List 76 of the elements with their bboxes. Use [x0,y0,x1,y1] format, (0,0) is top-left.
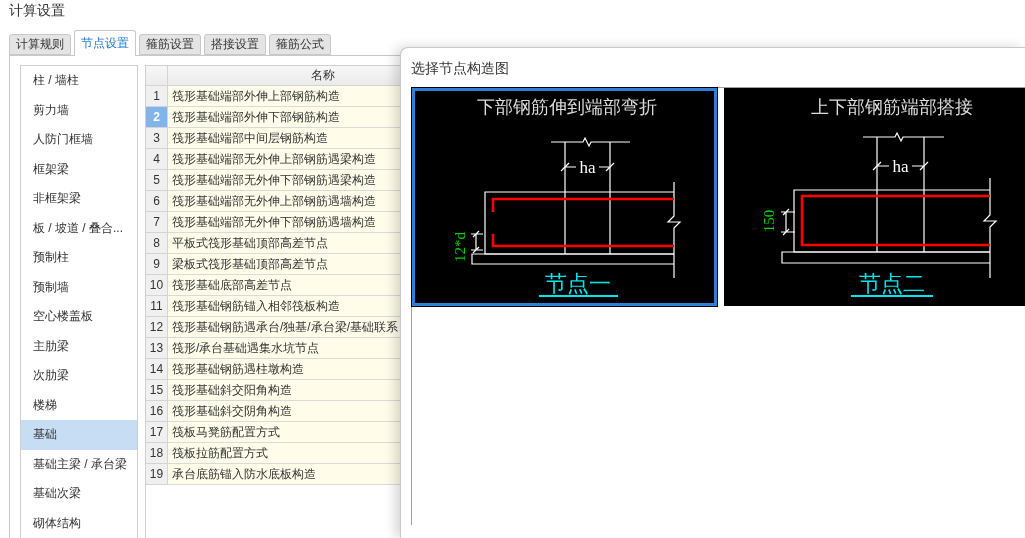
tab[interactable]: 计算规则 [9,34,71,55]
table-cell[interactable]: 平板式筏形基础顶部高差节点 [168,233,400,254]
node-caption: 节点二 [859,270,925,296]
table-cell[interactable]: 筏形基础端部中间层钢筋构造 [168,128,400,149]
sidebar-item[interactable]: 基础次梁 [21,479,137,509]
window-title: 计算设置 [9,2,65,19]
node-thumbnail[interactable]: 下部钢筋伸到端部弯折 ha 12*d 节点一 [412,88,717,306]
dialog-title: 选择节点构造图 [411,60,509,76]
sidebar-item[interactable]: 楼梯 [21,390,137,420]
row-number: 2 [146,107,168,128]
table-cell[interactable]: 筏形基础端部无外伸下部钢筋遇墙构造 [168,212,400,233]
sidebar-item[interactable]: 柱 / 墙柱 [21,66,137,96]
table-cell[interactable]: 筏形基础端部外伸下部钢筋构造 [168,107,400,128]
table-cell[interactable]: 筏形基础钢筋锚入相邻筏板构造 [168,296,400,317]
row-number: 5 [146,170,168,191]
sidebar-item[interactable]: 砌体结构 [21,508,137,538]
sidebar-item[interactable]: 预制柱 [21,243,137,273]
table-cell[interactable]: 筏形/承台基础遇集水坑节点 [168,338,400,359]
row-number: 14 [146,359,168,380]
vertical-dimension [470,230,484,254]
table-cell[interactable]: 梁板式筏形基础顶部高差节点 [168,254,400,275]
row-number: 6 [146,191,168,212]
node-caption: 节点一 [545,270,611,296]
table-cell[interactable]: 筏形基础端部外伸上部钢筋构造 [168,86,400,107]
row-number: 13 [146,338,168,359]
node-title: 下部钢筋伸到端部弯折 [477,97,657,117]
tab[interactable]: 搭接设置 [204,34,266,55]
table-cell[interactable]: 筏形基础底部高差节点 [168,275,400,296]
sidebar-item[interactable]: 基础主梁 / 承台梁 [21,449,137,479]
sidebar-item[interactable]: 框架梁 [21,154,137,184]
row-number: 10 [146,275,168,296]
sidebar-item[interactable]: 非框架梁 [21,184,137,214]
dimension-label: 150 [761,209,777,233]
row-number: 17 [146,422,168,443]
width-label: ha [579,157,596,177]
table-cell[interactable]: 筏形基础钢筋遇柱墩构造 [168,359,400,380]
row-number: 3 [146,128,168,149]
row-number: 15 [146,380,168,401]
sidebar-item[interactable]: 板 / 坡道 / 叠合... [21,213,137,243]
sidebar-item[interactable]: 剪力墙 [21,95,137,125]
row-number: 7 [146,212,168,233]
node-thumbnail[interactable]: 上下部钢筋端部搭接 ha 150 节点二 [724,88,1025,306]
table-cell[interactable]: 筏板拉筋配置方式 [168,443,400,464]
tab[interactable]: 节点设置 [74,30,136,56]
row-number: 19 [146,464,168,485]
table-cell[interactable]: 承台底筋锚入防水底板构造 [168,464,400,485]
row-number: 9 [146,254,168,275]
sidebar-item[interactable]: 空心楼盖板 [21,302,137,332]
table-cell[interactable]: 筏形基础钢筋遇承台/独基/承台梁/基础联系 [168,317,400,338]
row-number: 16 [146,401,168,422]
table-cell[interactable]: 筏形基础斜交阴角构造 [168,401,400,422]
width-dimension [872,161,929,171]
sidebar-item[interactable]: 基础 [21,420,137,450]
vertical-dimension [780,208,796,236]
table-cell[interactable]: 筏形基础斜交阳角构造 [168,380,400,401]
table-cell[interactable]: 筏形基础端部无外伸下部钢筋遇梁构造 [168,170,400,191]
sidebar-item[interactable]: 人防门框墙 [21,125,137,155]
table-cell[interactable]: 筏形基础端部无外伸上部钢筋遇梁构造 [168,149,400,170]
width-dimension [560,162,615,172]
dimension-label: 12*d [452,232,468,262]
tab[interactable]: 箍筋设置 [139,34,201,55]
row-number: 12 [146,317,168,338]
row-number: 18 [146,443,168,464]
node-title: 上下部钢筋端部搭接 [811,97,973,117]
table-cell[interactable]: 筏板马凳筋配置方式 [168,422,400,443]
row-number: 8 [146,233,168,254]
sidebar-item[interactable]: 次肋梁 [21,361,137,391]
row-number: 4 [146,149,168,170]
row-number: 1 [146,86,168,107]
table-cell[interactable]: 筏形基础端部无外伸上部钢筋遇墙构造 [168,191,400,212]
sidebar-item[interactable]: 主肋梁 [21,331,137,361]
column-header: 名称 [168,66,400,86]
sidebar-item[interactable]: 预制墙 [21,272,137,302]
width-label: ha [892,156,909,176]
tab[interactable]: 箍筋公式 [269,34,331,55]
row-number: 11 [146,296,168,317]
